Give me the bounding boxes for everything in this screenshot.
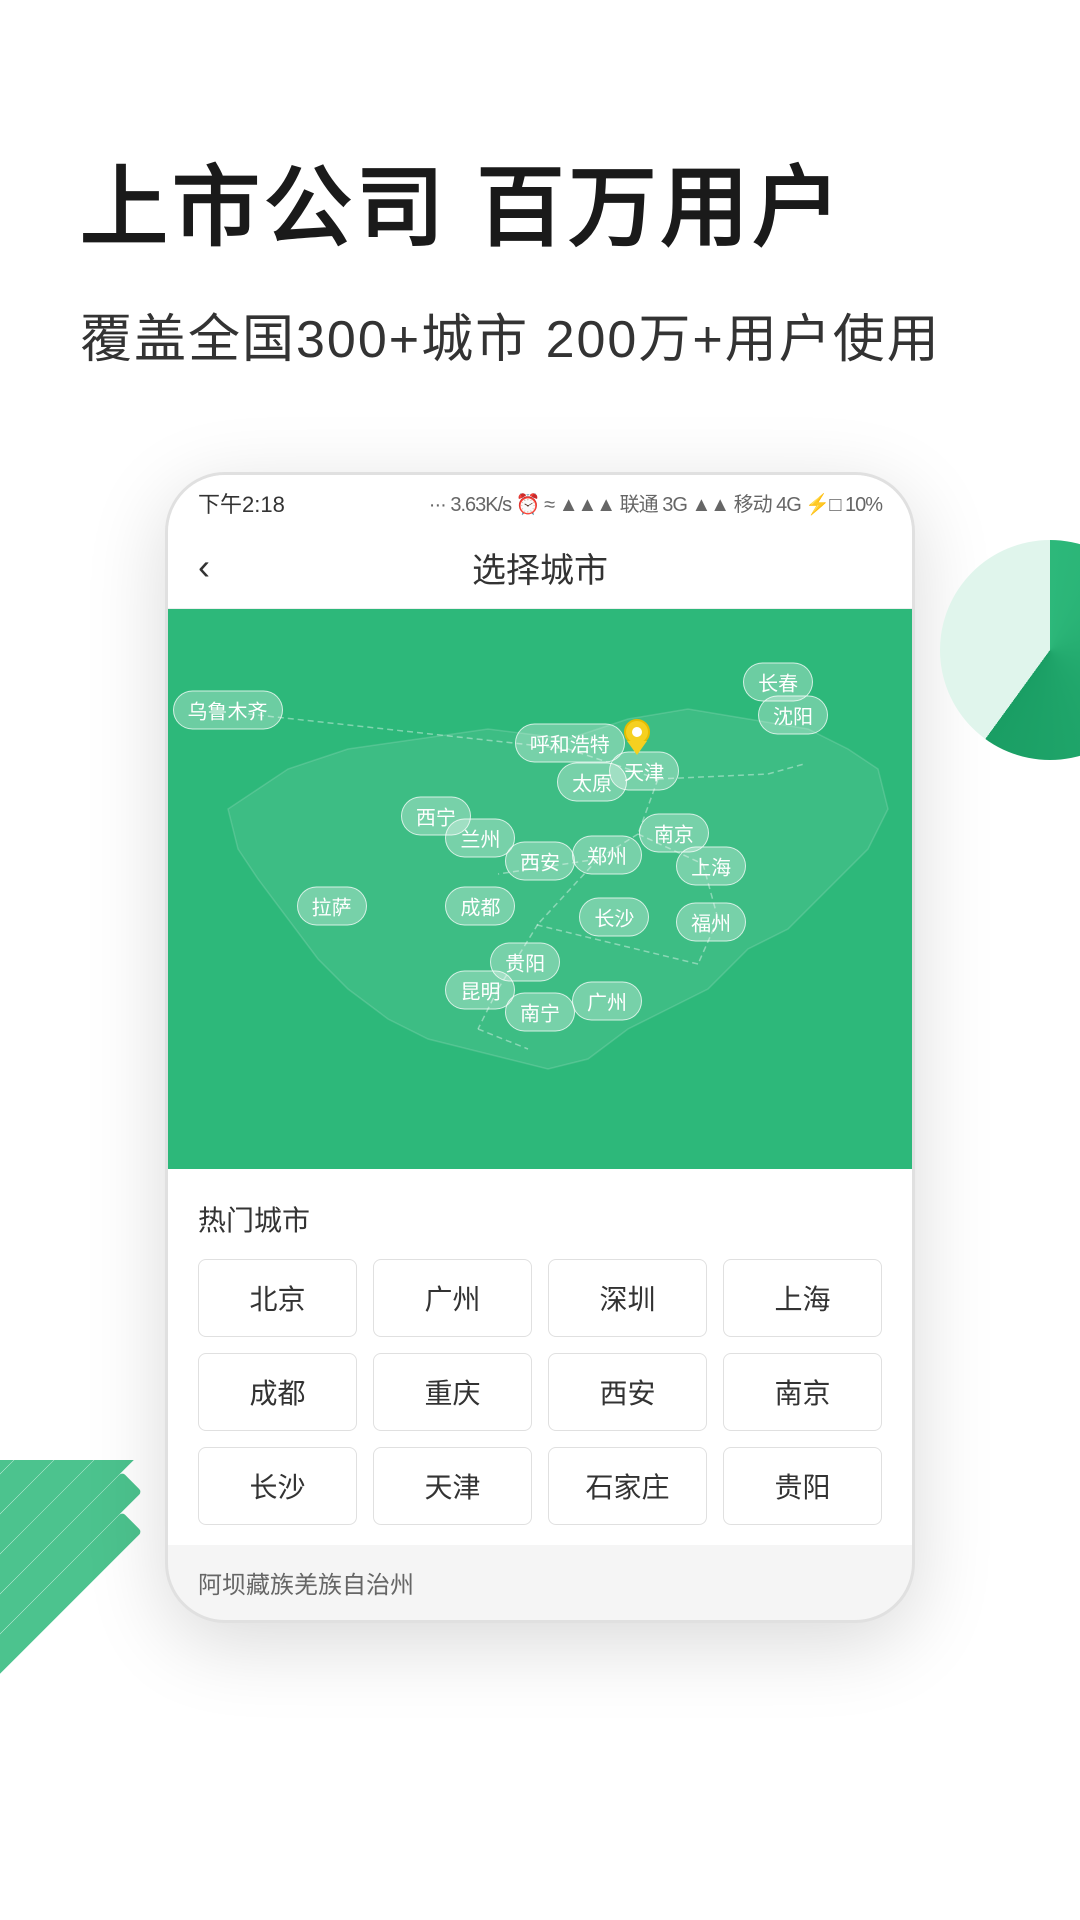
map-bg: 乌鲁木齐长春沈阳呼和浩特天津太原西宁兰州西安郑州南京上海拉萨成都长沙福州贵阳昆明… — [168, 609, 912, 1169]
hot-city-button[interactable]: 南京 — [723, 1353, 882, 1431]
map-area: 乌鲁木齐长春沈阳呼和浩特天津太原西宁兰州西安郑州南京上海拉萨成都长沙福州贵阳昆明… — [168, 609, 912, 1169]
map-city-label[interactable]: 西安 — [505, 841, 575, 880]
map-city-label[interactable]: 兰州 — [445, 819, 515, 858]
map-city-label[interactable]: 成都 — [445, 886, 515, 925]
map-city-label[interactable]: 长沙 — [579, 897, 649, 936]
hot-city-button[interactable]: 重庆 — [373, 1353, 532, 1431]
nav-title: 选择城市 — [472, 543, 608, 592]
top-section: 上市公司 百万用户 覆盖全国300+城市 200万+用户使用 — [0, 0, 1080, 432]
bottom-text: 阿坝藏族羌族自治州 — [168, 1545, 912, 1620]
map-city-label[interactable]: 上海 — [676, 847, 746, 886]
hot-city-button[interactable]: 深圳 — [548, 1259, 707, 1337]
phone-mockup: 下午2:18 ··· 3.63K/s ⏰ ≈ ▲▲▲ 联通 3G ▲▲ 移动 4… — [165, 472, 915, 1623]
cities-section: 热门城市 北京广州深圳上海成都重庆西安南京长沙天津石家庄贵阳 — [168, 1169, 912, 1545]
map-city-label[interactable]: 南宁 — [505, 992, 575, 1031]
status-middle: ··· 3.63K/s ⏰ ≈ ▲▲▲ 联通 3G ▲▲ 移动 4G ⚡□ 10… — [429, 488, 882, 517]
nav-bar: ‹ 选择城市 — [168, 527, 912, 609]
map-city-label[interactable]: 太原 — [557, 763, 627, 802]
status-time: 下午2:18 — [198, 487, 285, 519]
map-city-label[interactable]: 沈阳 — [758, 696, 828, 735]
map-city-label[interactable]: 拉萨 — [297, 886, 367, 925]
back-button[interactable]: ‹ — [198, 546, 210, 588]
hot-city-button[interactable]: 长沙 — [198, 1447, 357, 1525]
hot-city-button[interactable]: 成都 — [198, 1353, 357, 1431]
map-city-label[interactable]: 广州 — [572, 981, 642, 1020]
map-city-label[interactable]: 郑州 — [572, 836, 642, 875]
hot-city-button[interactable]: 北京 — [198, 1259, 357, 1337]
main-title: 上市公司 百万用户 — [80, 160, 1000, 257]
hot-city-button[interactable]: 广州 — [373, 1259, 532, 1337]
hot-city-button[interactable]: 西安 — [548, 1353, 707, 1431]
map-city-label[interactable]: 呼和浩特 — [515, 724, 625, 763]
hot-city-button[interactable]: 石家庄 — [548, 1447, 707, 1525]
status-bar: 下午2:18 ··· 3.63K/s ⏰ ≈ ▲▲▲ 联通 3G ▲▲ 移动 4… — [168, 475, 912, 527]
map-city-label[interactable]: 乌鲁木齐 — [173, 690, 283, 729]
map-city-label[interactable]: 昆明 — [445, 970, 515, 1009]
deco-stripes — [0, 1460, 160, 1740]
cities-grid: 北京广州深圳上海成都重庆西安南京长沙天津石家庄贵阳 — [198, 1259, 882, 1525]
phone-section: 下午2:18 ··· 3.63K/s ⏰ ≈ ▲▲▲ 联通 3G ▲▲ 移动 4… — [0, 472, 1080, 1623]
page-wrapper: 上市公司 百万用户 覆盖全国300+城市 200万+用户使用 下午2:18 ··… — [0, 0, 1080, 1920]
subtitle: 覆盖全国300+城市 200万+用户使用 — [80, 297, 1000, 372]
section-title: 热门城市 — [198, 1199, 882, 1239]
hot-city-button[interactable]: 上海 — [723, 1259, 882, 1337]
hot-city-button[interactable]: 天津 — [373, 1447, 532, 1525]
hot-city-button[interactable]: 贵阳 — [723, 1447, 882, 1525]
location-pin — [623, 719, 651, 760]
map-city-label[interactable]: 福州 — [676, 903, 746, 942]
